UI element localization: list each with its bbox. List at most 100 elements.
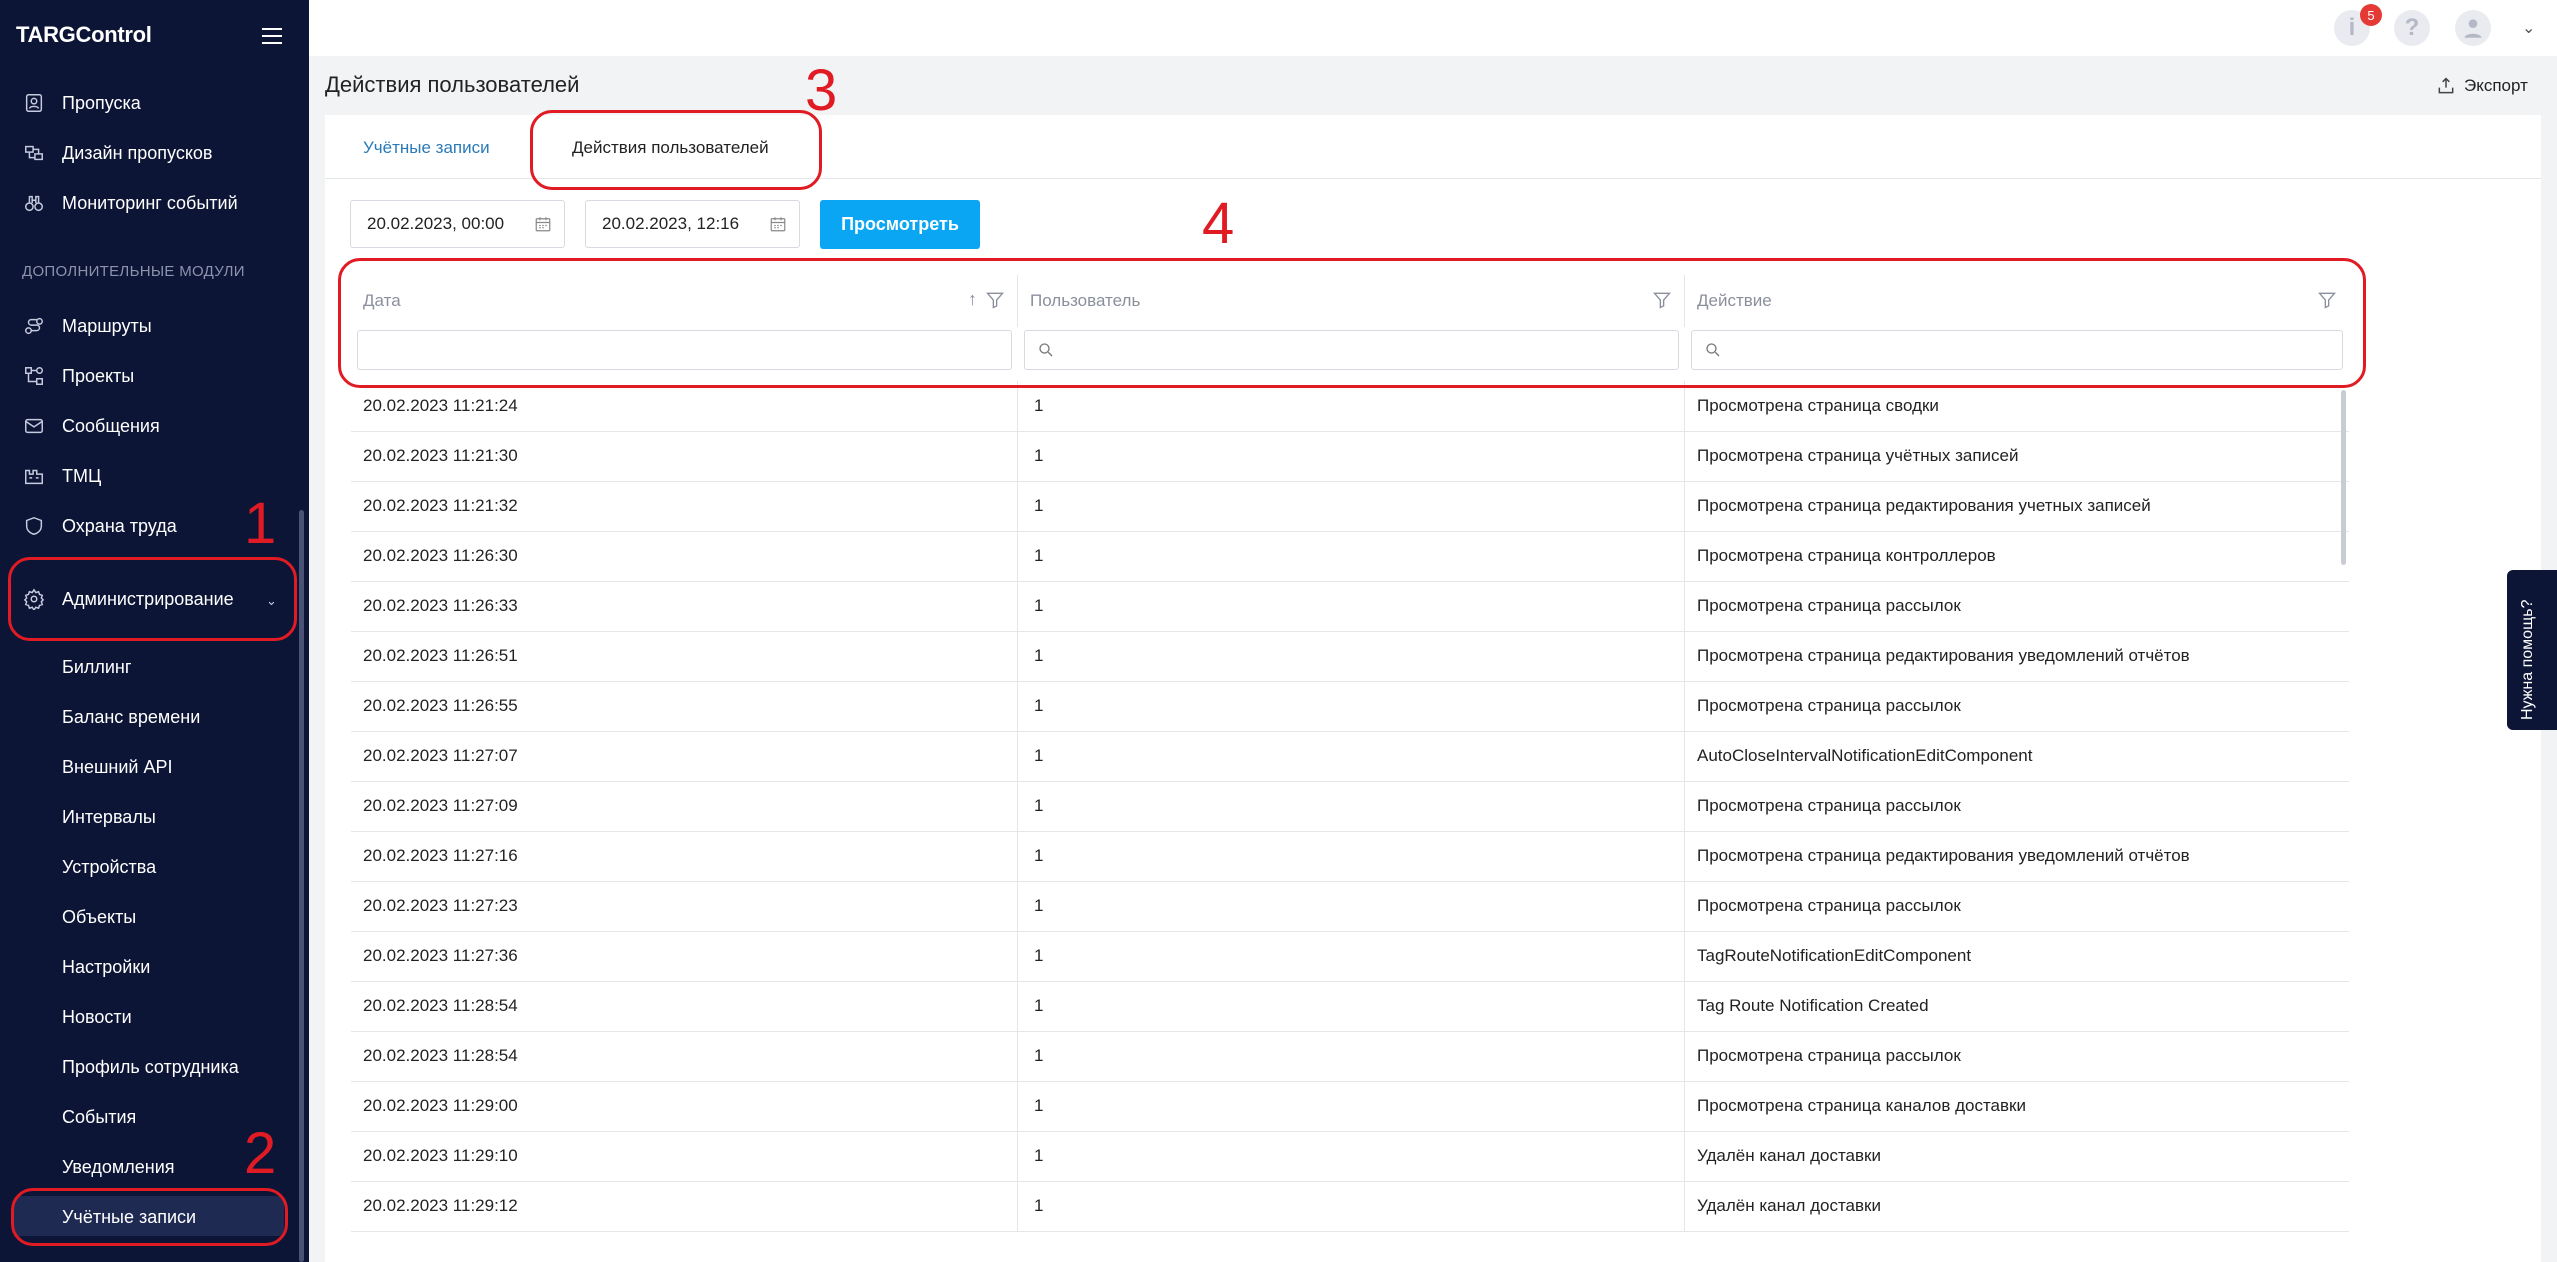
export-label: Экспорт bbox=[2464, 76, 2528, 95]
cell-user: 1 bbox=[1018, 1081, 1685, 1131]
sidebar-subitem-events[interactable]: События bbox=[62, 1097, 136, 1137]
sidebar-subitem-billing[interactable]: Биллинг bbox=[62, 647, 131, 687]
table-scrollbar[interactable] bbox=[2341, 390, 2346, 565]
date-from-input[interactable]: 20.02.2023, 00:00 bbox=[350, 200, 565, 248]
cell-user: 1 bbox=[1018, 581, 1685, 631]
table-row[interactable]: 20.02.2023 11:27:09 1 Просмотрена страница… bbox=[351, 781, 2349, 832]
sidebar-subitem-employee-profile[interactable]: Профиль сотрудника bbox=[62, 1047, 239, 1087]
calendar-icon[interactable] bbox=[534, 215, 552, 233]
help-side-tab[interactable]: Нужна помощь? bbox=[2507, 570, 2557, 730]
cell-date: 20.02.2023 11:21:24 bbox=[351, 381, 1018, 431]
table-row[interactable]: 20.02.2023 11:28:54 1 Просмотрена страница… bbox=[351, 1031, 2349, 1082]
table-row[interactable]: 20.02.2023 11:27:07 1 AutoCloseIntervalNot… bbox=[351, 731, 2349, 782]
cell-action: Просмотрена страница редактирования учет… bbox=[1697, 496, 2151, 515]
cell-date: 20.02.2023 11:29:12 bbox=[351, 1181, 1018, 1231]
binoculars-icon bbox=[20, 191, 48, 215]
cell-action: TagRouteNotificationEditComponent bbox=[1697, 946, 1972, 965]
annotation-number-2: 2 bbox=[244, 1121, 277, 1186]
cell-user: 1 bbox=[1018, 931, 1685, 981]
route-icon bbox=[20, 314, 48, 338]
sidebar-item-pass-design[interactable]: Дизайн пропусков bbox=[0, 131, 300, 175]
help-icon[interactable]: ? bbox=[2394, 10, 2430, 46]
sidebar-subitem-settings[interactable]: Настройки bbox=[62, 947, 150, 987]
table-row[interactable]: 20.02.2023 11:27:16 1 Просмотрена страница… bbox=[351, 831, 2349, 882]
table-row[interactable]: 20.02.2023 11:29:10 1 Удалён канал доставк… bbox=[351, 1131, 2349, 1182]
view-button[interactable]: Просмотреть bbox=[820, 200, 980, 249]
sidebar-subitem-intervals[interactable]: Интервалы bbox=[62, 797, 156, 837]
sidebar-item-label: Проекты bbox=[62, 365, 135, 386]
annotation-number-1: 1 bbox=[244, 491, 277, 556]
sidebar-item-messages[interactable]: Сообщения bbox=[0, 404, 300, 448]
table-row[interactable]: 20.02.2023 11:27:36 1 TagRouteNotification… bbox=[351, 931, 2349, 982]
sidebar-item-event-monitoring[interactable]: Мониторинг событий bbox=[0, 181, 300, 225]
date-to-input[interactable]: 20.02.2023, 12:16 bbox=[585, 200, 800, 248]
export-button[interactable]: Экспорт bbox=[2436, 76, 2528, 96]
cell-date: 20.02.2023 11:27:07 bbox=[351, 731, 1018, 781]
sidebar-item-routes[interactable]: Маршруты bbox=[0, 304, 300, 348]
sidebar-item-label: Мониторинг событий bbox=[62, 192, 238, 213]
cell-action: Tag Route Notification Created bbox=[1697, 996, 1929, 1015]
table-row[interactable]: 20.02.2023 11:27:23 1 Просмотрена страница… bbox=[351, 881, 2349, 932]
cell-date: 20.02.2023 11:27:36 bbox=[351, 931, 1018, 981]
sidebar-item-label: Маршруты bbox=[62, 315, 152, 336]
cell-user: 1 bbox=[1018, 481, 1685, 531]
notification-badge: 5 bbox=[2360, 4, 2382, 26]
date-from-value: 20.02.2023, 00:00 bbox=[367, 214, 505, 233]
help-side-tab-label: Нужна помощь? bbox=[2519, 599, 2536, 720]
table-row[interactable]: 20.02.2023 11:26:30 1 Просмотрена страница… bbox=[351, 531, 2349, 582]
menu-toggle-icon[interactable] bbox=[262, 28, 282, 44]
top-bar bbox=[309, 0, 2557, 56]
table-row[interactable]: 20.02.2023 11:28:54 1 Tag Route Notificati… bbox=[351, 981, 2349, 1032]
cell-date: 20.02.2023 11:29:10 bbox=[351, 1131, 1018, 1181]
sidebar-item-label: Пропуска bbox=[62, 92, 141, 113]
cell-date: 20.02.2023 11:21:32 bbox=[351, 481, 1018, 531]
table-row[interactable]: 20.02.2023 11:26:55 1 Просмотрена страница… bbox=[351, 681, 2349, 732]
mail-icon bbox=[20, 414, 48, 438]
sidebar-item-label: Охрана труда bbox=[62, 515, 177, 536]
cell-action: Просмотрена страница каналов доставки bbox=[1697, 1096, 2026, 1115]
sidebar-subitem-time-balance[interactable]: Баланс времени bbox=[62, 697, 200, 737]
sidebar-item-projects[interactable]: Проекты bbox=[0, 354, 300, 398]
cell-date: 20.02.2023 11:27:09 bbox=[351, 781, 1018, 831]
cell-date: 20.02.2023 11:29:00 bbox=[351, 1081, 1018, 1131]
sidebar-item-label: Сообщения bbox=[62, 415, 160, 436]
table-row[interactable]: 20.02.2023 11:21:30 1 Просмотрена страница… bbox=[351, 431, 2349, 482]
annotation-box-4 bbox=[338, 258, 2366, 388]
calendar-icon[interactable] bbox=[769, 215, 787, 233]
cell-user: 1 bbox=[1018, 881, 1685, 931]
sidebar-subitem-devices[interactable]: Устройства bbox=[62, 847, 156, 887]
cell-user: 1 bbox=[1018, 1131, 1685, 1181]
project-icon bbox=[20, 364, 48, 388]
table-row[interactable]: 20.02.2023 11:21:24 1 Просмотрена страница… bbox=[351, 381, 2349, 432]
sidebar-scrollbar[interactable] bbox=[299, 510, 304, 1262]
sidebar-subitem-objects[interactable]: Объекты bbox=[62, 897, 136, 937]
page-title: Действия пользователей bbox=[325, 72, 580, 97]
chevron-down-icon[interactable]: ⌄ bbox=[2522, 18, 2535, 38]
sidebar-item-passes[interactable]: Пропуска bbox=[0, 81, 300, 125]
table-row[interactable]: 20.02.2023 11:29:12 1 Удалён канал доставк… bbox=[351, 1181, 2349, 1232]
cell-action: Просмотрена страница учётных записей bbox=[1697, 446, 2019, 465]
sidebar-subitem-notifications[interactable]: Уведомления bbox=[62, 1147, 175, 1187]
cell-action: Просмотрена страница сводки bbox=[1697, 396, 1939, 415]
cell-action: Просмотрена страница рассылок bbox=[1697, 896, 1961, 915]
table-row[interactable]: 20.02.2023 11:29:00 1 Просмотрена страница… bbox=[351, 1081, 2349, 1132]
cell-user: 1 bbox=[1018, 531, 1685, 581]
cell-action: Просмотрена страница редактирования увед… bbox=[1697, 646, 2190, 665]
cell-action: Просмотрена страница контроллеров bbox=[1697, 546, 1996, 565]
table-row[interactable]: 20.02.2023 11:26:33 1 Просмотрена страница… bbox=[351, 581, 2349, 632]
cell-date: 20.02.2023 11:21:30 bbox=[351, 431, 1018, 481]
shield-icon bbox=[20, 514, 48, 538]
avatar[interactable] bbox=[2455, 10, 2491, 46]
table-row[interactable]: 20.02.2023 11:26:51 1 Просмотрена страница… bbox=[351, 631, 2349, 682]
sidebar-subitem-external-api[interactable]: Внешний API bbox=[62, 747, 172, 787]
sidebar-subitem-news[interactable]: Новости bbox=[62, 997, 132, 1037]
section-label-modules: ДОПОЛНИТЕЛЬНЫЕ МОДУЛИ bbox=[22, 263, 245, 280]
export-icon bbox=[2438, 77, 2454, 94]
cell-user: 1 bbox=[1018, 631, 1685, 681]
tab-accounts[interactable]: Учётные записи bbox=[363, 138, 490, 158]
table-row[interactable]: 20.02.2023 11:21:32 1 Просмотрена страница… bbox=[351, 481, 2349, 532]
cell-action: Просмотрена страница рассылок bbox=[1697, 796, 1961, 815]
cell-date: 20.02.2023 11:26:55 bbox=[351, 681, 1018, 731]
sidebar-item-label: Дизайн пропусков bbox=[62, 142, 213, 163]
cell-date: 20.02.2023 11:28:54 bbox=[351, 981, 1018, 1031]
